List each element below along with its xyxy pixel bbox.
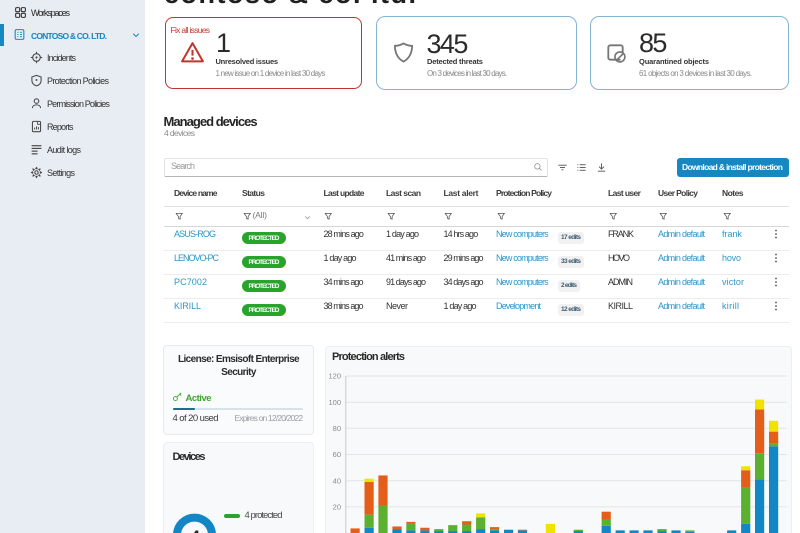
svg-text:40: 40 (332, 476, 340, 485)
svg-text:100: 100 (328, 398, 341, 407)
svg-text:80: 80 (332, 424, 340, 433)
svg-text:120: 120 (328, 372, 341, 381)
svg-text:60: 60 (332, 450, 340, 459)
svg-text:20: 20 (332, 503, 340, 512)
